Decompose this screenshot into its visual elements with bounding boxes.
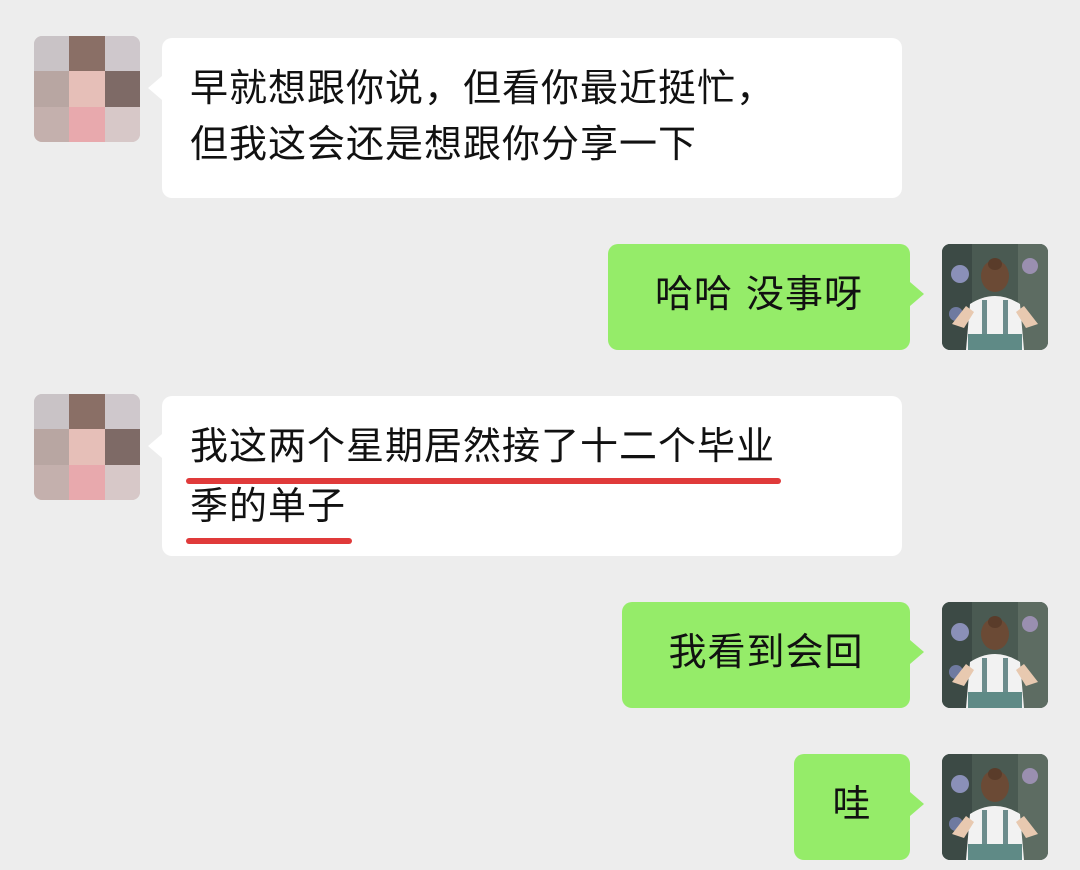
message-bubble-outgoing[interactable]: 哇	[794, 754, 924, 860]
bubble-tail	[910, 282, 924, 306]
message-text-line: 我看到会回	[668, 630, 864, 674]
message-text-line: 但我这会还是想跟你分享一下	[190, 122, 698, 166]
user-avatar[interactable]	[942, 754, 1048, 860]
user-avatar[interactable]	[942, 244, 1048, 350]
underlined-message-text: 季的单子	[185, 478, 353, 544]
message-line-wrapper: 季的单子	[185, 478, 874, 544]
message-bubble-outgoing[interactable]: 哈哈 没事呀	[608, 244, 924, 350]
user-avatar[interactable]	[942, 602, 1048, 708]
blurred-contact-avatar-icon	[34, 36, 140, 142]
chat-thread: 早就想跟你说，但看你最近挺忙， 但我这会还是想跟你分享一下 哈哈 没事呀 我这两…	[0, 0, 1080, 870]
contact-avatar[interactable]	[34, 394, 140, 500]
message-bubble-incoming[interactable]: 早就想跟你说，但看你最近挺忙， 但我这会还是想跟你分享一下	[148, 38, 902, 198]
message-text-line: 早就想跟你说，但看你最近挺忙，	[190, 66, 776, 110]
blurred-contact-avatar-icon	[34, 394, 140, 500]
bubble-tail	[148, 434, 162, 458]
message-text-line: 哈哈 没事呀	[654, 272, 864, 316]
bubble-tail	[910, 792, 924, 816]
message-bubble-incoming[interactable]: 我这两个星期居然接了十二个毕业 季的单子	[148, 396, 902, 556]
bubble-tail	[910, 640, 924, 664]
message-text-line: 哇	[832, 782, 872, 826]
user-avatar-girl-back-view-icon	[942, 754, 1048, 860]
contact-avatar[interactable]	[34, 36, 140, 142]
user-avatar-girl-back-view-icon	[942, 244, 1048, 350]
bubble-tail	[148, 76, 162, 100]
user-avatar-girl-back-view-icon	[942, 602, 1048, 708]
underlined-message-text: 我这两个星期居然接了十二个毕业	[185, 418, 782, 484]
message-bubble-outgoing[interactable]: 我看到会回	[622, 602, 924, 708]
message-line-wrapper: 我这两个星期居然接了十二个毕业	[185, 418, 874, 484]
